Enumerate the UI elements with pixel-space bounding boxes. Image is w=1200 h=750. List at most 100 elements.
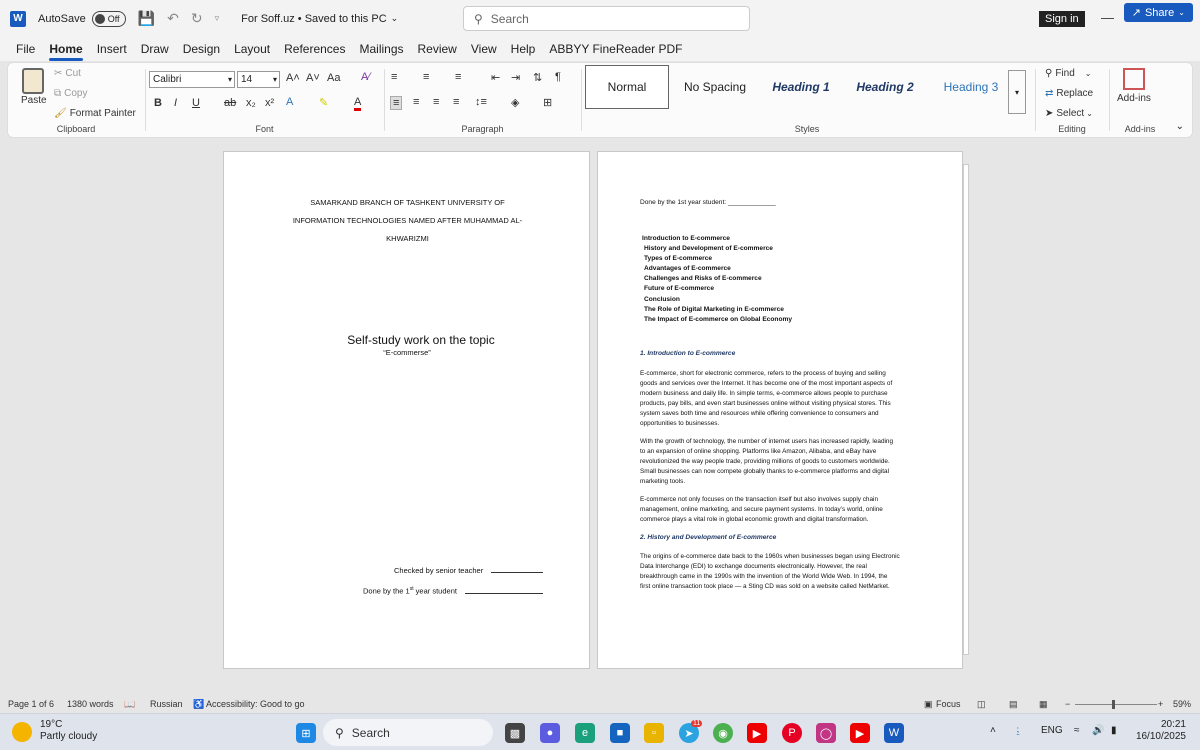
file-explorer-icon[interactable]: ▫	[644, 723, 664, 743]
align-left-icon[interactable]: ≡	[390, 96, 403, 110]
store-icon[interactable]: ■	[610, 723, 630, 743]
read-mode-icon[interactable]: ◫	[977, 699, 986, 710]
font-size-select[interactable]: 14 ▾	[237, 71, 280, 88]
minimize-icon[interactable]: —	[1101, 10, 1114, 25]
font-color-icon[interactable]: A	[354, 96, 362, 111]
volume-icon[interactable]: 🔊	[1092, 725, 1104, 736]
tab-design[interactable]: Design	[183, 42, 220, 56]
task-view-icon[interactable]: ▩	[505, 723, 525, 743]
language-indicator[interactable]: Russian	[150, 699, 183, 709]
page-count[interactable]: Page 1 of 6	[8, 699, 54, 709]
sign-in-button[interactable]: Sign in	[1039, 11, 1085, 27]
highlight-icon[interactable]: ✎	[319, 96, 328, 109]
paste-button[interactable]: Paste	[21, 95, 47, 106]
autosave-toggle[interactable]: Off	[91, 10, 126, 27]
style-normal[interactable]: Normal	[585, 65, 669, 109]
youtube-icon[interactable]: ▶	[747, 723, 767, 743]
underline-icon[interactable]: U	[192, 97, 200, 109]
addins-icon[interactable]	[1123, 68, 1145, 90]
replace-button[interactable]: ⇄ Replace	[1045, 88, 1093, 99]
youtube-icon[interactable]: ▶	[850, 723, 870, 743]
customize-toolbar-icon[interactable]: ▿	[215, 13, 220, 24]
paste-icon[interactable]	[22, 68, 44, 94]
style-heading-2[interactable]: Heading 2	[844, 65, 926, 109]
tab-file[interactable]: File	[16, 42, 35, 56]
tab-help[interactable]: Help	[511, 42, 536, 56]
strikethrough-icon[interactable]: ab	[224, 97, 236, 109]
increase-indent-icon[interactable]: ⇥	[511, 71, 520, 84]
document-page-3-edge[interactable]	[963, 164, 969, 655]
tab-view[interactable]: View	[471, 42, 497, 56]
find-button[interactable]: ⚲ Find ⌄	[1045, 68, 1091, 79]
taskbar-search[interactable]: ⚲ Search	[323, 719, 493, 746]
word-count[interactable]: 1380 words	[67, 699, 114, 709]
clear-formatting-icon[interactable]: A∕	[361, 71, 370, 83]
bold-icon[interactable]: B	[154, 97, 162, 109]
focus-button[interactable]: Focus	[936, 699, 961, 709]
tab-home[interactable]: Home	[49, 42, 84, 61]
style-no-spacing[interactable]: No Spacing	[674, 65, 756, 109]
document-title[interactable]: For Soff.uz • Saved to this PC	[241, 13, 387, 25]
document-page-1[interactable]: SAMARKAND BRANCH OF TASHKENT UNIVERSITY …	[223, 151, 590, 669]
show-hidden-icons-icon[interactable]: ˄	[990, 725, 996, 736]
document-page-2[interactable]: Done by the 1st year student: __________…	[597, 151, 963, 669]
decrease-indent-icon[interactable]: ⇤	[491, 71, 500, 84]
weather-icon[interactable]	[12, 722, 32, 742]
cut-button[interactable]: ✂ Cut	[54, 68, 81, 79]
align-center-icon[interactable]: ≡	[413, 96, 419, 108]
justify-icon[interactable]: ≡	[453, 96, 459, 108]
style-heading-1[interactable]: Heading 1	[760, 65, 842, 109]
zoom-slider-thumb[interactable]	[1112, 700, 1115, 709]
input-language[interactable]: ENG	[1041, 725, 1063, 736]
tab-review[interactable]: Review	[418, 42, 457, 56]
zoom-out-icon[interactable]: −	[1065, 699, 1070, 709]
styles-gallery-expand-icon[interactable]: ▾	[1008, 70, 1026, 114]
zoom-slider[interactable]	[1075, 704, 1157, 705]
redo-icon[interactable]: ↻	[191, 10, 203, 27]
zoom-in-icon[interactable]: +	[1158, 699, 1163, 709]
borders-icon[interactable]: ⊞	[543, 96, 552, 109]
edge-icon[interactable]: e	[575, 723, 595, 743]
shrink-font-icon[interactable]: A˅	[306, 72, 320, 84]
numbering-icon[interactable]: ≡	[423, 71, 429, 83]
copy-button[interactable]: ⧉ Copy	[54, 88, 88, 99]
battery-icon[interactable]: ▮	[1111, 725, 1117, 736]
subscript-icon[interactable]: x₂	[246, 97, 256, 109]
addins-button[interactable]: Add-ins	[1117, 93, 1151, 104]
chrome-icon[interactable]: ◉	[713, 723, 733, 743]
undo-icon[interactable]: ↶	[167, 10, 179, 27]
tab-layout[interactable]: Layout	[234, 42, 270, 56]
start-icon[interactable]: ⊞	[296, 723, 316, 743]
shading-icon[interactable]: ◈	[511, 96, 519, 109]
search-input[interactable]: ⚲ Search	[463, 6, 750, 31]
bullets-icon[interactable]: ≡	[391, 71, 397, 83]
align-right-icon[interactable]: ≡	[433, 96, 439, 108]
change-case-button[interactable]: Aa	[327, 72, 340, 84]
share-button[interactable]: ↗ Share ⌄	[1123, 3, 1193, 22]
italic-icon[interactable]: I	[174, 97, 177, 109]
instagram-icon[interactable]: ◯	[816, 723, 836, 743]
accessibility-status[interactable]: Accessibility: Good to go	[206, 699, 305, 709]
multilevel-list-icon[interactable]: ≡	[455, 71, 461, 83]
tab-insert[interactable]: Insert	[97, 42, 127, 56]
web-layout-icon[interactable]: ▦	[1039, 699, 1048, 710]
tab-references[interactable]: References	[284, 42, 345, 56]
proofing-icon[interactable]: 📖	[124, 699, 135, 710]
pinterest-icon[interactable]: P	[782, 723, 802, 743]
zoom-level[interactable]: 59%	[1173, 699, 1191, 709]
tab-draw[interactable]: Draw	[141, 42, 169, 56]
grow-font-icon[interactable]: A˄	[286, 72, 300, 84]
font-family-select[interactable]: Calibri ▾	[149, 71, 235, 88]
weather-widget[interactable]: 19°C Partly cloudy	[40, 719, 97, 743]
save-icon[interactable]: 💾	[138, 10, 155, 27]
superscript-icon[interactable]: x²	[265, 97, 274, 109]
tab-mailings[interactable]: Mailings	[359, 42, 403, 56]
sort-icon[interactable]: ⇅	[533, 71, 542, 84]
clock[interactable]: 20:21 16/10/2025	[1136, 719, 1186, 743]
pilcrow-icon[interactable]: ¶	[555, 71, 561, 83]
tab-abbyy-finereader-pdf[interactable]: ABBYY FineReader PDF	[549, 42, 682, 56]
line-spacing-icon[interactable]: ↕≡	[475, 96, 487, 108]
style-heading-3[interactable]: Heading 3	[930, 65, 1012, 109]
print-layout-icon[interactable]: ▤	[1009, 699, 1018, 710]
text-effects-icon[interactable]: A	[286, 96, 293, 108]
